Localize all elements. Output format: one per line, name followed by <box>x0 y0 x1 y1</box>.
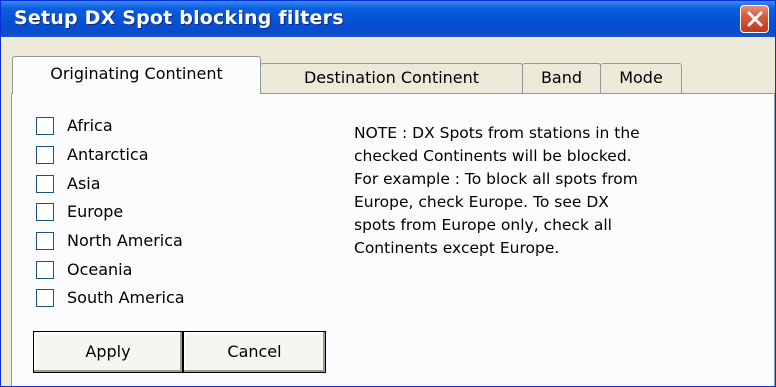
checkbox-box[interactable] <box>36 289 54 307</box>
tab-band[interactable]: Band <box>522 63 601 94</box>
window-title: Setup DX Spot blocking filters <box>14 7 344 29</box>
dialog-window: Setup DX Spot blocking filters Originati… <box>0 0 776 387</box>
checkbox-box[interactable] <box>36 175 54 193</box>
checkbox-box[interactable] <box>36 232 54 250</box>
checkbox-label: Asia <box>67 174 101 193</box>
note-line: Europe, check Europe. To see DX <box>354 193 609 211</box>
note-line: For example : To block all spots from <box>354 170 638 188</box>
checkbox-label: Oceania <box>67 260 133 279</box>
checkbox-box[interactable] <box>36 146 54 164</box>
close-button[interactable] <box>740 5 769 33</box>
note-line: NOTE : DX Spots from stations in the <box>354 124 640 142</box>
cancel-button[interactable]: Cancel <box>183 331 326 373</box>
note-line: spots from Europe only, check all <box>354 216 612 234</box>
tab-originating-continent[interactable]: Originating Continent <box>12 56 261 94</box>
checkbox-label: South America <box>67 288 185 307</box>
checkbox-box[interactable] <box>36 117 54 135</box>
tab-destination-continent[interactable]: Destination Continent <box>260 63 523 94</box>
note-line: Continents except Europe. <box>354 239 560 257</box>
tab-mode[interactable]: Mode <box>600 63 682 94</box>
title-bar: Setup DX Spot blocking filters <box>1 1 775 37</box>
checkbox-label: Africa <box>67 116 113 135</box>
checkbox-box[interactable] <box>36 261 54 279</box>
checkbox-label: Europe <box>67 202 124 221</box>
note-line: checked Continents will be blocked. <box>354 147 632 165</box>
checkbox-label: Antarctica <box>67 145 149 164</box>
checkbox-box[interactable] <box>36 203 54 221</box>
apply-button[interactable]: Apply <box>33 331 183 373</box>
close-x-icon <box>747 11 763 27</box>
tab-strip: Originating Continent Destination Contin… <box>1 56 775 94</box>
note-text: NOTE : DX Spots from stations in the che… <box>354 122 734 260</box>
checkbox-label: North America <box>67 231 183 250</box>
